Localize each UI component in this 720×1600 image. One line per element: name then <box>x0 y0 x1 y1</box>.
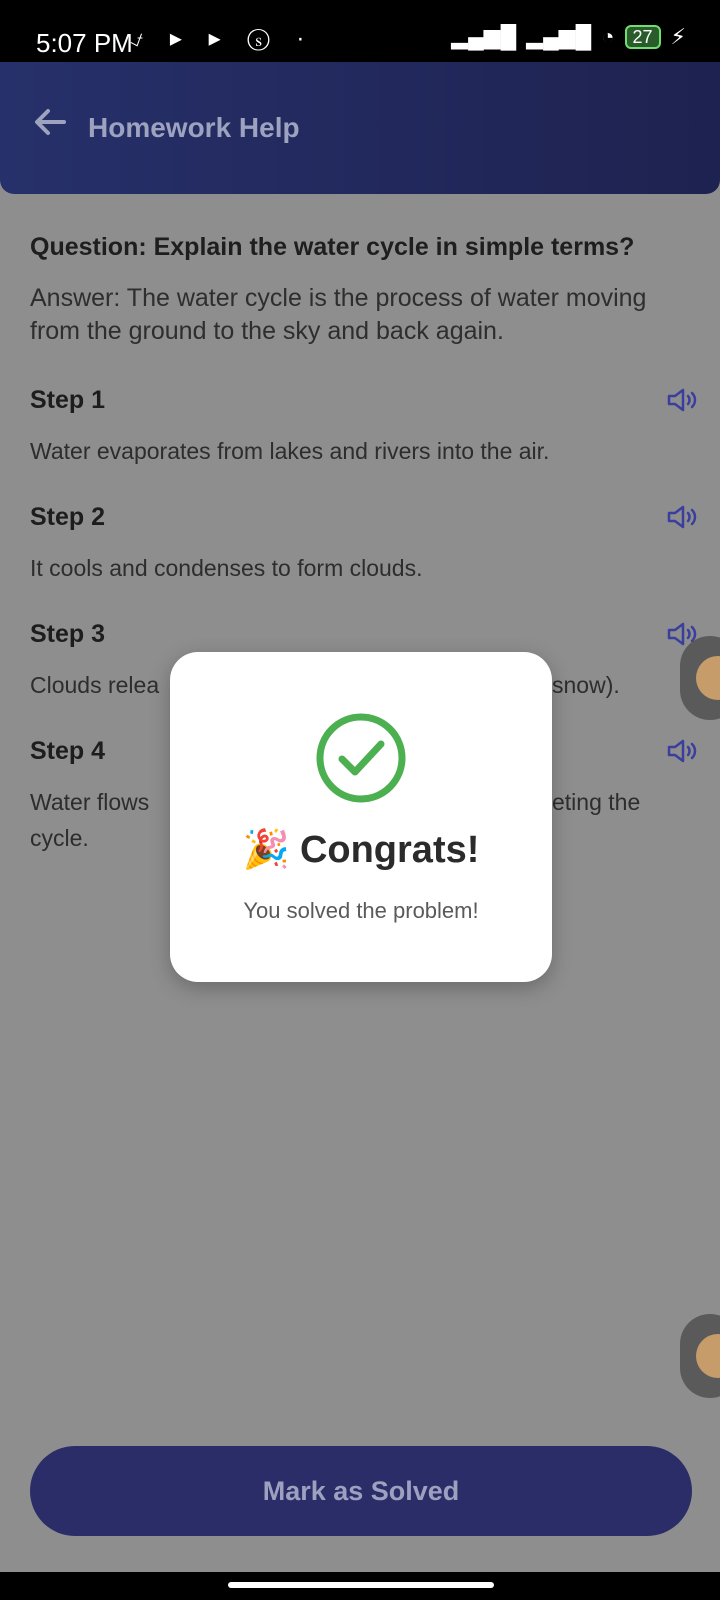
app-header: Homework Help <box>0 62 720 194</box>
navigation-bar <box>0 1572 720 1600</box>
back-arrow-icon[interactable] <box>30 102 70 142</box>
step-text-end: eting the <box>552 789 641 815</box>
home-handle[interactable] <box>228 1582 494 1588</box>
floating-tab-dot <box>696 656 720 700</box>
header-title: Homework Help <box>88 112 300 143</box>
system-icons: ▂▄▆█ ▂▄▆█ ◔ 27 ⚡ <box>451 24 686 50</box>
speaker-icon[interactable] <box>666 737 700 765</box>
floating-tab[interactable] <box>680 1314 720 1398</box>
floating-tab[interactable] <box>680 636 720 720</box>
signal-icon-2: ▂▄▆█ <box>526 24 592 49</box>
step-text-start: Clouds relea <box>30 672 160 698</box>
battery-icon: 27 <box>624 25 661 49</box>
step-1: Step 1 Water evaporates from lakes and r… <box>30 386 697 469</box>
status-bar: 5:07 PM ⍻ ▸ ▸ ⓢ · ▂▄▆█ ▂▄▆█ ◔ 27 ⚡ <box>0 0 720 62</box>
step-title: Step 2 <box>30 503 106 531</box>
step-text-start: Water flows <box>30 789 150 815</box>
dialog-title: Congrats! <box>299 828 480 871</box>
dialog-title-row: 🎉 Congrats! <box>170 828 552 872</box>
step-text: It cools and condenses to form clouds. <box>30 555 423 581</box>
step-title: Step 3 <box>30 620 106 648</box>
notification-icons: ⍻ ▸ ▸ ⓢ · <box>130 25 315 52</box>
party-popper-icon: 🎉 <box>242 829 290 871</box>
status-time: 5:07 PM <box>36 28 133 58</box>
wifi-icon: ◔ <box>601 24 615 49</box>
question-text: Question: Explain the water cycle in sim… <box>30 233 635 261</box>
charging-icon: ⚡ <box>670 24 686 49</box>
step-2: Step 2 It cools and condenses to form cl… <box>30 503 697 586</box>
step-text-end: snow). <box>552 672 620 698</box>
congrats-dialog[interactable]: 🎉 Congrats! You solved the problem! <box>170 652 552 982</box>
step-title: Step 1 <box>30 386 106 414</box>
floating-tab-dot <box>696 1334 720 1378</box>
dialog-subtitle: You solved the problem! <box>243 898 479 923</box>
speaker-icon[interactable] <box>666 503 700 531</box>
speaker-icon[interactable] <box>666 386 700 414</box>
answer-text: Answer: The water cycle is the process o… <box>30 284 647 345</box>
check-circle-icon <box>316 713 406 803</box>
step-text: Water evaporates from lakes and rivers i… <box>30 438 550 464</box>
mark-as-solved-button[interactable]: Mark as Solved <box>30 1446 692 1536</box>
signal-icon: ▂▄▆█ <box>451 24 517 49</box>
